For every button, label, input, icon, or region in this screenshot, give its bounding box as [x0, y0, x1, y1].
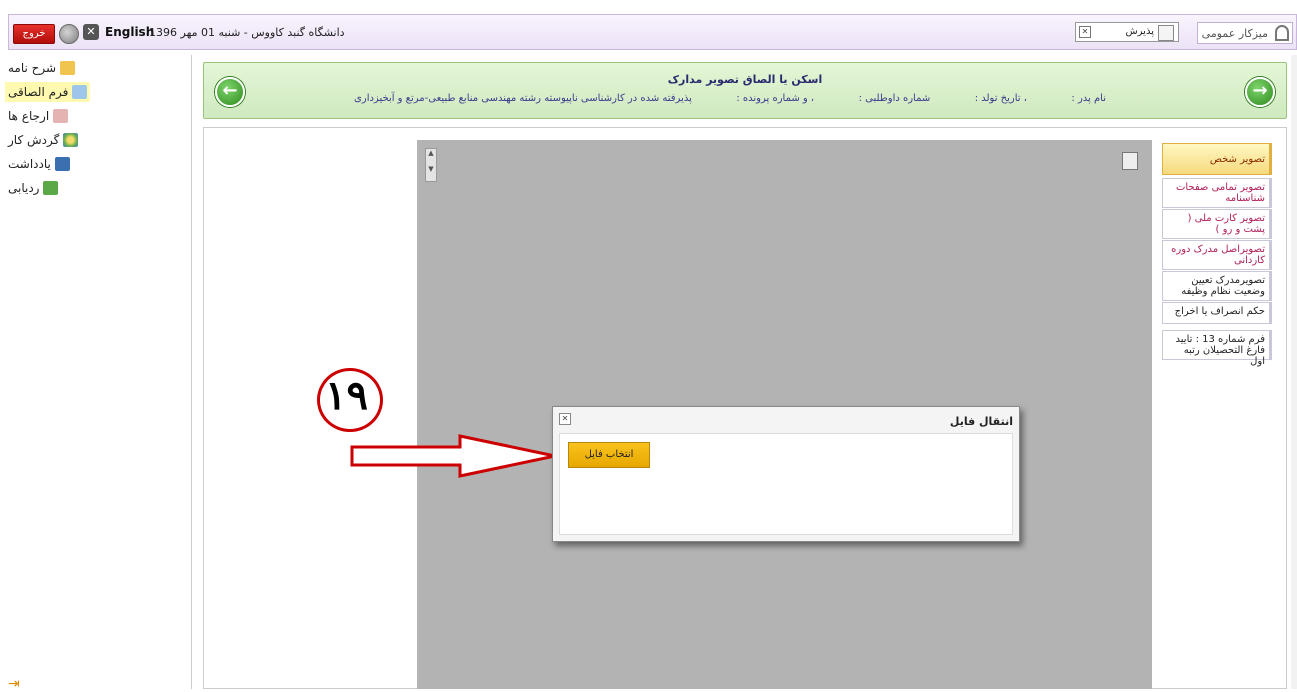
close-icon[interactable]: ✕	[83, 24, 99, 40]
sidebar-item-attach-form[interactable]: فرم الصاقی	[5, 82, 91, 102]
sidebar-item-referrals[interactable]: ارجاع ها	[5, 106, 71, 126]
expand-arrow-icon[interactable]: ⇥	[8, 676, 20, 692]
tab-military-status[interactable]: تصویرمدرک تعیین وضعیت نظام وظیفه	[1162, 271, 1272, 301]
tab-national-card[interactable]: تصویر کارت ملی ( پشت و رو )	[1162, 209, 1272, 239]
sidebar-item-label: شرح نامه	[8, 61, 57, 75]
date-text: دانشگاه گنبد کاووس - شنبه 01 مهر 1396	[149, 26, 345, 39]
refresh-icon[interactable]	[59, 24, 79, 44]
language-link[interactable]: English	[105, 25, 154, 39]
admission-label: پذیرش	[1125, 26, 1154, 37]
tracking-icon	[43, 181, 59, 195]
file-number-label: ، و شماره پرونده :	[736, 93, 815, 104]
dashboard-label: میزکار عمومی	[1201, 27, 1268, 40]
sidebar: شرح نامه فرم الصاقی ارجاع ها گردش کار یا…	[0, 55, 192, 692]
page-title: اسکن یا الصاق تصویر مدارک	[667, 73, 823, 86]
sidebar-item-letter-description[interactable]: شرح نامه	[5, 58, 78, 78]
scroll-control[interactable]: ▲ ▼	[425, 148, 437, 182]
referral-icon	[53, 109, 69, 123]
sidebar-item-tracking[interactable]: ردیابی	[5, 178, 61, 198]
choose-file-button[interactable]: انتخاب فایل	[568, 442, 650, 468]
notes-icon	[54, 157, 70, 171]
sidebar-item-workflow[interactable]: گردش کار	[5, 130, 81, 150]
dialog-body: انتخاب فایل	[559, 433, 1013, 535]
file-transfer-dialog: ✕ انتقال فایل انتخاب فایل	[552, 406, 1020, 542]
dialog-title: انتقال فایل	[949, 415, 1013, 428]
dashboard-icon	[1275, 25, 1289, 41]
annotation-number: ۱۹	[325, 372, 368, 419]
page-scrollbar[interactable]	[1291, 55, 1297, 689]
sidebar-item-label: ارجاع ها	[8, 109, 50, 123]
workflow-icon	[63, 133, 79, 147]
forward-arrow-icon[interactable]: →	[1245, 77, 1275, 107]
sidebar-item-label: یادداشت	[8, 157, 51, 171]
tab-associate-degree[interactable]: تصویراصل مدرک دوره کاردانی	[1162, 240, 1272, 270]
clear-icon[interactable]: ✕	[1079, 26, 1091, 38]
applicant-number-label: شماره داوطلبی :	[858, 93, 931, 104]
student-info: نام پدر : ، تاریخ تولد : شماره داوطلبی :…	[354, 93, 1106, 104]
dialog-close-icon[interactable]: ✕	[559, 413, 571, 425]
sidebar-item-label: فرم الصاقی	[8, 85, 69, 99]
edit-icon	[1158, 25, 1174, 41]
form-icon	[72, 85, 88, 99]
father-name-label: نام پدر :	[1071, 93, 1106, 104]
folder-icon	[60, 61, 76, 75]
birth-date-label: ، تاریخ تولد :	[974, 93, 1027, 104]
annotation-arrow	[350, 434, 556, 478]
tab-id-book-pages[interactable]: تصویر تمامی صفحات شناسنامه	[1162, 178, 1272, 208]
document-header: ← اسکن یا الصاق تصویر مدارک نام پدر : ، …	[203, 62, 1287, 119]
sidebar-item-notes[interactable]: یادداشت	[5, 154, 73, 174]
program-text: پذیرفته شده در کارشناسی ناپیوسته رشته مه…	[354, 93, 692, 104]
top-bar: خروج ✕ English دانشگاه گنبد کاووس - شنبه…	[8, 14, 1297, 50]
tab-form-13[interactable]: فرم شماره 13 : تایید فارغ التحصیلان رتبه…	[1162, 330, 1272, 367]
admission-selector[interactable]: ✕ پذیرش	[1075, 22, 1179, 42]
sidebar-item-label: ردیابی	[8, 181, 40, 195]
tab-personal-photo[interactable]: تصویر شخص	[1162, 143, 1272, 175]
logout-button[interactable]: خروج	[13, 24, 55, 44]
tab-withdrawal[interactable]: حکم انصراف یا اخراج	[1162, 302, 1272, 324]
document-icon[interactable]	[1122, 152, 1138, 170]
sidebar-item-label: گردش کار	[8, 133, 60, 147]
dashboard-button[interactable]: میزکار عمومی	[1197, 22, 1293, 44]
